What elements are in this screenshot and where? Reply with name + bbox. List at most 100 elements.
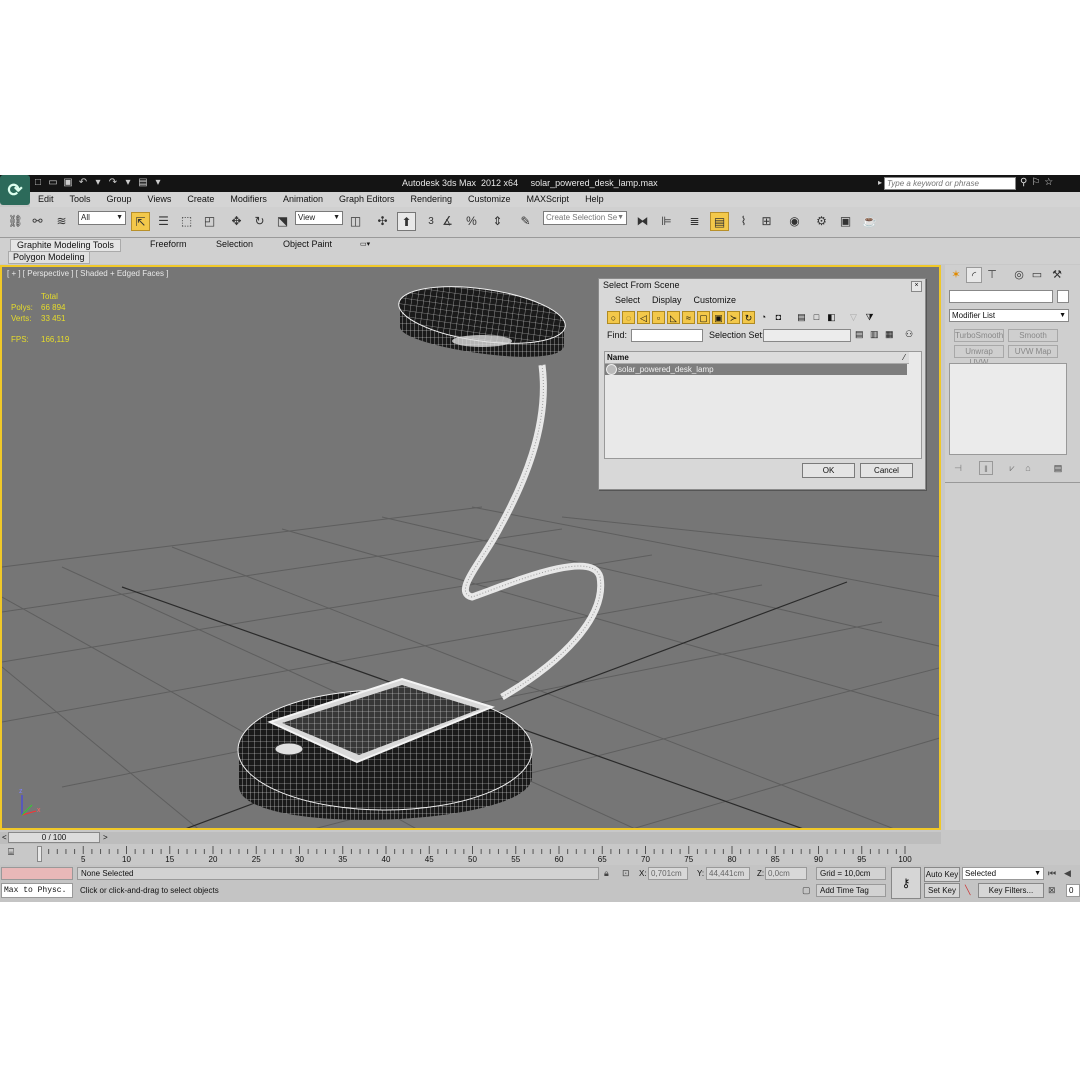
x-coordinate-field[interactable]: 0,701cm [648, 867, 688, 880]
ref-coord-dropdown[interactable]: View ▼ [295, 211, 343, 225]
menu-maxscript[interactable]: MAXScript [519, 192, 578, 207]
turbosmooth-button[interactable]: TurboSmooth [954, 329, 1004, 342]
move-icon[interactable]: ✥ [227, 212, 246, 231]
time-slider-thumb[interactable]: 0 / 100 [8, 832, 100, 843]
menu-create[interactable]: Create [179, 192, 222, 207]
save-icon[interactable]: ▣ [62, 177, 74, 189]
object-name-field[interactable] [949, 290, 1053, 303]
star-icon[interactable]: ☆ [1044, 177, 1053, 189]
modifier-stack[interactable] [949, 363, 1067, 455]
tab-selection[interactable]: Selection [216, 239, 253, 250]
ribbon-options-icon[interactable]: ▭▾ [360, 239, 370, 250]
menu-graph-editors[interactable]: Graph Editors [331, 192, 403, 207]
time-tag-icon[interactable]: ▢ [802, 884, 811, 897]
keyboard-shortcut-override-icon[interactable]: ⬆ [397, 212, 416, 231]
rotate-icon[interactable]: ↻ [250, 212, 269, 231]
remove-set-icon[interactable]: ▦ [885, 329, 894, 340]
remove-modifier-icon[interactable]: ⌂ [1021, 461, 1035, 475]
lock-selection-icon[interactable]: 🔒︎ [604, 867, 609, 880]
layer-manager-icon[interactable]: ≣ [685, 212, 704, 231]
z-coordinate-field[interactable]: 0,0cm [765, 867, 807, 880]
snaps-toggle-icon[interactable]: 3 [424, 212, 438, 231]
previous-frame-icon[interactable]: ◀ [1064, 867, 1071, 880]
current-frame-field[interactable]: 0 [1066, 884, 1080, 897]
rectangle-selection-icon[interactable]: ⬚ [177, 212, 196, 231]
scale-icon[interactable]: ⬔ [273, 212, 292, 231]
menu-modifiers[interactable]: Modifiers [222, 192, 275, 207]
create-tab-icon[interactable]: ✶ [948, 267, 964, 283]
bind-space-warp-icon[interactable]: ≋ [52, 212, 71, 231]
display-lights-icon[interactable]: ◁ [637, 311, 650, 324]
configure-modifier-sets-icon[interactable]: ▤ [1051, 461, 1065, 475]
menu-help[interactable]: Help [577, 192, 612, 207]
sync-selection-icon[interactable]: ▽ [847, 311, 860, 324]
menu-edit[interactable]: Edit [30, 192, 62, 207]
dialog-menu-display[interactable]: Display [646, 292, 688, 309]
selection-set-dropdown[interactable] [763, 329, 851, 342]
maxscript-mini-listener[interactable] [1, 867, 73, 880]
display-shapes-icon[interactable]: ◌ [622, 311, 635, 324]
absolute-mode-icon[interactable]: ⊡ [622, 867, 630, 880]
application-button[interactable]: ⟳ [0, 175, 30, 205]
make-unique-icon[interactable]: ⩗ [1005, 461, 1019, 475]
menu-views[interactable]: Views [140, 192, 180, 207]
create-set-icon[interactable]: ▤ [855, 329, 864, 340]
time-config-icon[interactable]: ⊠ [1048, 884, 1056, 897]
motion-tab-icon[interactable]: ◎ [1011, 267, 1027, 283]
key-icon[interactable]: ╲ [965, 884, 970, 897]
dialog-menu-customize[interactable]: Customize [688, 292, 743, 309]
named-selection-sets-dropdown[interactable]: Create Selection Se ▼ [543, 211, 627, 225]
utilities-tab-icon[interactable]: ⚒ [1049, 267, 1065, 283]
key-mode-dropdown[interactable]: Selected ▼ [962, 867, 1044, 880]
maxscript-listener-input[interactable]: Max to Physc. [1, 883, 73, 898]
menu-rendering[interactable]: Rendering [403, 192, 461, 207]
menu-tools[interactable]: Tools [62, 192, 99, 207]
graphite-toggle-icon[interactable]: ▤ [710, 212, 729, 231]
binoculars-icon[interactable]: ⚲ [1020, 177, 1027, 189]
expand-arrow-icon[interactable]: ▸ [878, 178, 882, 187]
find-input[interactable] [631, 329, 703, 342]
open-file-icon[interactable]: ▭ [47, 177, 59, 189]
hierarchy-tab-icon[interactable]: ⊤ [984, 267, 1000, 283]
ok-button[interactable]: OK [802, 463, 855, 478]
window-crossing-icon[interactable]: ◰ [200, 212, 219, 231]
display-containers-icon[interactable]: ↻ [742, 311, 755, 324]
render-setup-icon[interactable]: ⚙ [812, 212, 831, 231]
help-search-box[interactable] [884, 177, 1017, 190]
set-key-button[interactable]: Set Key [924, 883, 960, 898]
display-geometry-icon[interactable]: ○ [607, 311, 620, 324]
unlink-icon[interactable]: ⚯ [28, 212, 47, 231]
viewport-label[interactable]: [ + ] [ Perspective ] [ Shaded + Edged F… [7, 269, 168, 278]
undo-dropdown-icon[interactable]: ▾ [92, 177, 104, 189]
selection-filter-dropdown[interactable]: All ▼ [78, 211, 126, 225]
communication-icon[interactable]: ⚐ [1031, 177, 1040, 189]
close-icon[interactable]: × [911, 281, 922, 292]
tab-object-paint[interactable]: Object Paint [283, 239, 332, 250]
time-cursor[interactable] [37, 846, 42, 862]
display-frozen-icon[interactable]: ◔ [757, 311, 770, 324]
display-groups-icon[interactable]: ▢ [697, 311, 710, 324]
object-color-swatch[interactable] [1057, 290, 1069, 303]
material-editor-icon[interactable]: ◉ [785, 212, 804, 231]
link-icon[interactable]: ⛓ [6, 212, 25, 231]
mirror-icon[interactable]: ⧓ [633, 212, 652, 231]
display-xrefs-icon[interactable]: ▣ [712, 311, 725, 324]
help-search-input[interactable] [885, 178, 1017, 189]
set-key-icon[interactable]: ⚷ [891, 867, 921, 899]
time-next-icon[interactable]: > [103, 833, 111, 843]
undo-icon[interactable]: ↶ [77, 177, 89, 189]
display-bones-icon[interactable]: ≻ [727, 311, 740, 324]
redo-dropdown-icon[interactable]: ▾ [122, 177, 134, 189]
filter-options-icon[interactable]: ⧩ [863, 311, 876, 324]
display-cameras-icon[interactable]: ▫ [652, 311, 665, 324]
schematic-view-icon[interactable]: ⊞ [757, 212, 776, 231]
select-none-icon[interactable]: □ [810, 311, 823, 324]
select-manipulate-icon[interactable]: ✣ [373, 212, 392, 231]
angle-snap-icon[interactable]: ∡ [438, 212, 457, 231]
spinner-snap-icon[interactable]: ⇕ [488, 212, 507, 231]
tab-freeform[interactable]: Freeform [150, 239, 187, 250]
project-folder-icon[interactable]: ▤ [137, 177, 149, 189]
select-invert-icon[interactable]: ◧ [825, 311, 838, 324]
set-manager-icon[interactable]: ⚇ [905, 329, 913, 340]
modifier-list-dropdown[interactable]: Modifier List ▼ [949, 309, 1069, 322]
